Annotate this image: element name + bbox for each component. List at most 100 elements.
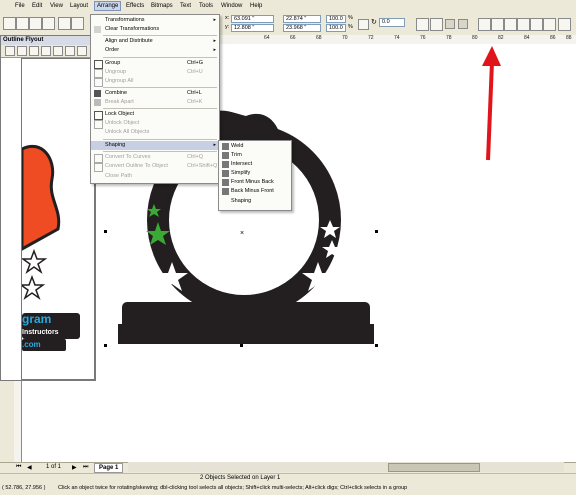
menu-item-transformations[interactable]: Transformations ▸ (91, 16, 219, 25)
status-hint: Click an object twice for rotating/skewi… (58, 485, 408, 491)
last-page-icon[interactable]: ⏭ (83, 464, 88, 471)
outline-color-icon[interactable] (17, 46, 27, 56)
outline-pen-icon[interactable] (5, 46, 15, 56)
y-position-field[interactable]: 12.808 " (231, 24, 274, 32)
menu-item-unlock-all-objects[interactable]: Unlock All Objects (91, 128, 219, 137)
menu-arrange[interactable]: Arrange (94, 1, 122, 11)
weld-icon[interactable] (478, 18, 491, 31)
menu-layout[interactable]: Layout (70, 3, 88, 9)
create-boundary-icon[interactable] (558, 18, 571, 31)
left-logo-text-2: Instructors (22, 329, 59, 336)
ruler-tick: 74 (394, 35, 400, 41)
left-logo-orange-shape (20, 144, 61, 252)
menu-item-shaping[interactable]: Shaping ▸ (91, 141, 219, 150)
menu-effects[interactable]: Effects (126, 3, 144, 9)
front-minus-back-icon[interactable] (530, 18, 543, 31)
width-field[interactable]: 22.874 " (283, 15, 321, 23)
menu-item-ungroup[interactable]: Ungroup Ctrl+U (91, 68, 219, 78)
ruler-tick: 68 (316, 35, 322, 41)
trim-icon[interactable] (491, 18, 504, 31)
scrollbar-thumb[interactable] (388, 463, 480, 472)
x-position-field[interactable]: 63.091 " (231, 15, 274, 23)
menu-window[interactable]: Window (221, 3, 242, 9)
submenu-item-front-minus-back[interactable]: Front Minus Back (219, 178, 291, 187)
left-logo-text-1: gram (22, 312, 52, 326)
menu-edit[interactable]: Edit (32, 3, 42, 9)
menu-item-clear-transformations[interactable]: Clear Transformations (91, 25, 219, 34)
ruler-tick: 76 (420, 35, 426, 41)
lock-ratio-icon[interactable] (358, 19, 369, 30)
menu-item-lock-object[interactable]: Lock Object (91, 110, 219, 120)
scale-y-field[interactable]: 100.0 (326, 24, 346, 32)
selection-handle-bottom-left (104, 344, 107, 347)
menu-item-convert-outline-to-object[interactable]: Convert Outline To Object Ctrl+Shift+Q (91, 162, 219, 172)
intersect-icon[interactable] (504, 18, 517, 31)
height-field[interactable]: 23.968 " (283, 24, 321, 32)
status-bar: 2 Objects Selected on Layer 1 ( 52.786, … (0, 473, 576, 495)
left-logo-text-3: .com (22, 340, 41, 349)
ruler-tick: 70 (342, 35, 348, 41)
save-icon[interactable] (29, 17, 42, 30)
submenu-item-intersect[interactable]: Intersect (219, 160, 291, 169)
menu-tools[interactable]: Tools (199, 3, 213, 9)
back-minus-front-icon[interactable] (543, 18, 556, 31)
menu-item-ungroup-all[interactable]: Ungroup All (91, 77, 219, 87)
x-label: x: (225, 15, 230, 21)
menu-file[interactable]: File (15, 3, 25, 9)
submenu-item-trim[interactable]: Trim (219, 151, 291, 160)
simplify-icon[interactable] (517, 18, 530, 31)
menu-bitmaps[interactable]: Bitmaps (151, 3, 173, 9)
hairline-icon[interactable] (41, 46, 51, 56)
banner-bottom-band (118, 324, 374, 344)
mirror-vertical-icon[interactable] (430, 18, 443, 31)
scale-x-field[interactable]: 100.0 (326, 15, 346, 23)
medium-line-icon[interactable] (65, 46, 75, 56)
thick-line-icon[interactable] (77, 46, 87, 56)
thin-line-icon[interactable] (53, 46, 63, 56)
menu-view[interactable]: View (50, 3, 63, 9)
print-icon[interactable] (42, 17, 55, 30)
menu-item-group[interactable]: Group Ctrl+G (91, 59, 219, 69)
left-logo-star-2 (18, 274, 46, 301)
new-icon[interactable] (3, 17, 16, 30)
page-preview: gram Instructors .com (18, 58, 95, 380)
menu-item-convert-to-curves[interactable]: Convert To Curves Ctrl+Q (91, 153, 219, 163)
first-page-icon[interactable]: ⏮ (16, 464, 21, 471)
copy-icon[interactable] (71, 17, 84, 30)
submenu-item-back-minus-front[interactable]: Back Minus Front (219, 187, 291, 196)
menu-help[interactable]: Help (250, 3, 262, 9)
horizontal-scrollbar[interactable] (128, 462, 564, 472)
ruler-tick: 64 (264, 35, 270, 41)
page-count: 1 of 1 (46, 464, 62, 470)
flyout-title: Outline Flyout (1, 36, 95, 45)
menu-item-unlock-object[interactable]: Unlock Object (91, 119, 219, 129)
rotation-field[interactable]: 0.0 (379, 18, 405, 27)
ruler-tick: 84 (524, 35, 530, 41)
shaping-disabled-icon-2 (458, 19, 468, 29)
selection-handle-bottom (240, 344, 243, 347)
annotation-arrow-shaft (486, 61, 494, 161)
menu-item-break-apart[interactable]: Break Apart Ctrl+K (91, 98, 219, 107)
property-bar: x: 63.091 " y: 12.808 " 22.874 " 23.968 … (0, 14, 576, 36)
y-label: y: (225, 24, 230, 30)
no-outline-icon[interactable] (29, 46, 39, 56)
open-icon[interactable] (16, 17, 29, 30)
menu-item-close-path[interactable]: Close Path (91, 172, 219, 181)
flyout-toolbar (1, 45, 95, 58)
submenu-item-shaping[interactable]: Shaping (219, 197, 291, 206)
menu-item-combine[interactable]: Combine Ctrl+L (91, 89, 219, 98)
prev-page-icon[interactable]: ◀ (27, 464, 32, 471)
next-page-icon[interactable]: ▶ (72, 464, 77, 471)
page-tab[interactable]: Page 1 (94, 463, 124, 473)
cut-icon[interactable] (58, 17, 71, 30)
menu-text[interactable]: Text (180, 3, 191, 9)
submenu-item-simplify[interactable]: Simplify (219, 169, 291, 178)
shaping-submenu: Weld Trim Intersect Simplify Front Minus… (218, 140, 292, 211)
left-logo-star-1 (20, 248, 48, 275)
mirror-horizontal-icon[interactable] (416, 18, 429, 31)
submenu-item-weld[interactable]: Weld (219, 142, 291, 151)
menu-item-align-distribute[interactable]: Align and Distribute ▸ (91, 37, 219, 46)
arrange-menu: Transformations ▸ Clear Transformations A… (90, 14, 220, 184)
menu-item-order[interactable]: Order ▸ (91, 46, 219, 55)
selection-status: 2 Objects Selected on Layer 1 (200, 475, 281, 481)
